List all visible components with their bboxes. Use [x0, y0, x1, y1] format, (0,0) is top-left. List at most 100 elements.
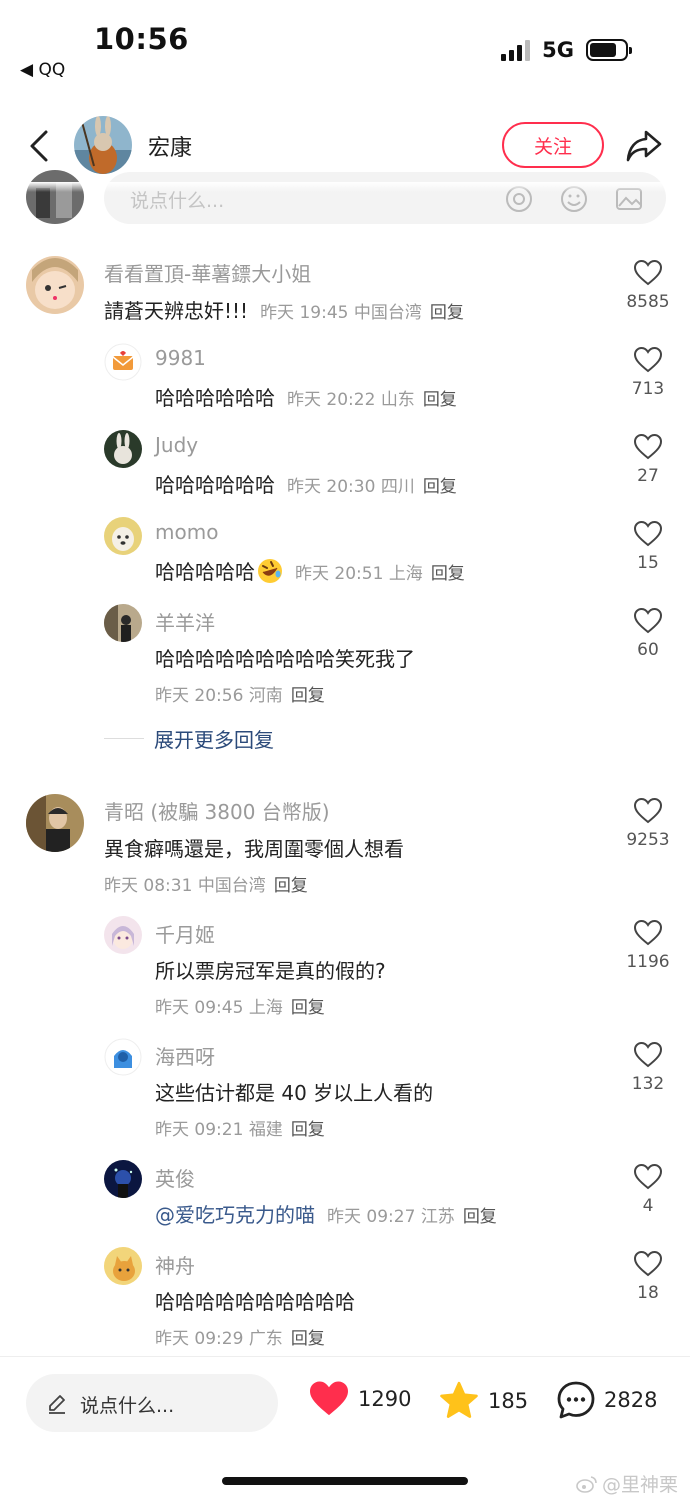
share-button[interactable] [624, 126, 664, 166]
reply-button[interactable]: 回复 [463, 1207, 497, 1227]
like-button[interactable]: 8585 [616, 260, 680, 312]
reply-avatar[interactable] [104, 916, 142, 954]
like-count: 60 [637, 640, 659, 660]
reply-username[interactable]: 9981 [155, 346, 206, 370]
network-type: 5G [542, 38, 574, 62]
reply-text[interactable]: 哈哈哈哈哈哈哈哈哈哈 [155, 1286, 355, 1315]
reply-username[interactable]: Judy [155, 433, 198, 457]
like-count: 8585 [626, 292, 670, 312]
reply-location: 上海 [388, 564, 423, 584]
heart-outline-icon [634, 608, 662, 634]
reply-username[interactable]: 神舟 [155, 1250, 195, 1279]
reply-text[interactable]: @爱吃巧克力的喵 昨天 09:27 江苏 回复 [155, 1199, 497, 1228]
reply-avatar[interactable] [104, 343, 142, 381]
follow-button[interactable]: 关注 [502, 122, 604, 168]
reply-username[interactable]: 千月姬 [155, 919, 215, 948]
reply-location: 江苏 [420, 1207, 455, 1227]
like-button[interactable]: 132 [616, 1042, 680, 1094]
reply-avatar[interactable] [104, 430, 142, 468]
post-favorite-count: 185 [488, 1389, 529, 1413]
reply-text[interactable]: 所以票房冠军是真的假的? [155, 955, 386, 984]
reply-button[interactable]: 回复 [291, 1120, 325, 1140]
post-comment-count: 2828 [604, 1388, 658, 1412]
reply-location: 福建 [248, 1120, 283, 1140]
comment-avatar[interactable] [26, 256, 84, 314]
reply-body: 哈哈哈哈哈 [155, 560, 255, 584]
reply-button[interactable]: 回复 [431, 564, 465, 584]
comment-location: 中国台湾 [353, 303, 422, 323]
reply-avatar[interactable] [104, 1160, 142, 1198]
like-button[interactable]: 60 [616, 608, 680, 660]
reply-time: 昨天 20:56 [155, 686, 244, 706]
heart-outline-icon [634, 1164, 662, 1190]
reply-avatar[interactable] [104, 604, 142, 642]
reply-username[interactable]: 羊羊洋 [155, 607, 215, 636]
reply-username[interactable]: 英俊 [155, 1163, 195, 1192]
comment-avatar[interactable] [26, 794, 84, 852]
reply-avatar[interactable] [104, 1038, 142, 1076]
reply-time: 昨天 09:27 [327, 1207, 416, 1227]
author-name[interactable]: 宏康 [148, 130, 192, 162]
reply-meta: 昨天 09:45 上海 回复 [155, 993, 325, 1018]
like-button[interactable]: 15 [616, 521, 680, 573]
like-count: 132 [631, 1074, 665, 1094]
reply-button[interactable]: 回复 [291, 686, 325, 706]
reply-username[interactable]: 海西呀 [155, 1041, 215, 1070]
post-favorite-button[interactable]: 185 [438, 1380, 528, 1422]
expand-more-replies-button[interactable]: 展开更多回复 [104, 724, 274, 753]
reply-text[interactable]: 哈哈哈哈哈哈 昨天 20:22 山东 回复 [155, 382, 457, 411]
concert-avatar-image [104, 1160, 142, 1198]
like-button[interactable]: 4 [616, 1164, 680, 1216]
like-button[interactable]: 27 [616, 434, 680, 486]
heart-outline-icon [634, 920, 662, 946]
reply-text[interactable]: 这些估计都是 40 岁以上人看的 [155, 1077, 433, 1106]
author-avatar[interactable] [74, 116, 132, 174]
envelope-avatar-image [104, 343, 142, 381]
comment-username[interactable]: 看看置頂-華薯鏢大小姐 [104, 258, 311, 287]
comment-body: 請蒼天辨忠奸!!! [104, 299, 249, 323]
reply-location: 上海 [248, 998, 283, 1018]
post-comment-button[interactable]: 2828 [556, 1380, 657, 1420]
reply-button[interactable]: 回复 [423, 390, 457, 410]
reply-text[interactable]: 哈哈哈哈哈哈哈哈哈笑死我了 [155, 643, 415, 672]
reply-text[interactable]: 哈哈哈哈哈 昨天 20:51 上海 回复 [155, 556, 465, 585]
anime-character-avatar-image [104, 916, 142, 954]
like-button[interactable]: 18 [616, 1251, 680, 1303]
like-button[interactable]: 713 [616, 347, 680, 399]
comment-username[interactable]: 青昭 (被騙 3800 台幣版) [104, 796, 330, 825]
post-like-button[interactable]: 1290 [308, 1380, 411, 1418]
back-to-app-link[interactable]: ◀ QQ [20, 60, 65, 80]
reply-time: 昨天 09:45 [155, 998, 244, 1018]
bottom-comment-input[interactable]: 说点什么... [26, 1374, 278, 1432]
like-button[interactable]: 9253 [616, 798, 680, 850]
comment-input[interactable]: 说点什么... [104, 172, 666, 224]
like-count: 1196 [626, 952, 670, 972]
like-count: 713 [631, 379, 665, 399]
reply-location: 山东 [380, 390, 415, 410]
like-button[interactable]: 1196 [616, 920, 680, 972]
reply-button[interactable]: 回复 [291, 1329, 325, 1349]
reply-avatar[interactable] [104, 517, 142, 555]
anime-girl-avatar-image [26, 256, 84, 314]
reply-button[interactable]: 回复 [430, 303, 464, 323]
bottom-divider [0, 1356, 690, 1357]
comment-text[interactable]: 請蒼天辨忠奸!!! 昨天 19:45 中国台湾 回复 [104, 295, 464, 324]
reply-username[interactable]: momo [155, 520, 218, 544]
like-count: 4 [642, 1196, 654, 1216]
reply-location: 四川 [380, 477, 415, 497]
reply-button[interactable]: 回复 [274, 876, 308, 896]
my-avatar [26, 170, 84, 224]
reply-avatar[interactable] [104, 1247, 142, 1285]
reply-button[interactable]: 回复 [423, 477, 457, 497]
signal-icon [501, 39, 531, 61]
reply-time: 昨天 20:22 [287, 390, 376, 410]
heart-outline-icon [634, 260, 662, 286]
reply-text[interactable]: 哈哈哈哈哈哈 昨天 20:30 四川 回复 [155, 469, 457, 498]
comment-text[interactable]: 異食癖嗎還是，我周圍零個人想看 [104, 833, 404, 862]
reply-button[interactable]: 回复 [291, 998, 325, 1018]
bunny-avatar-image [104, 430, 142, 468]
back-button[interactable] [26, 126, 56, 166]
mention-link[interactable]: @爱吃巧克力的喵 [155, 1203, 315, 1227]
reply-meta: 昨天 20:56 河南 回复 [155, 681, 325, 706]
home-indicator[interactable] [222, 1477, 468, 1485]
